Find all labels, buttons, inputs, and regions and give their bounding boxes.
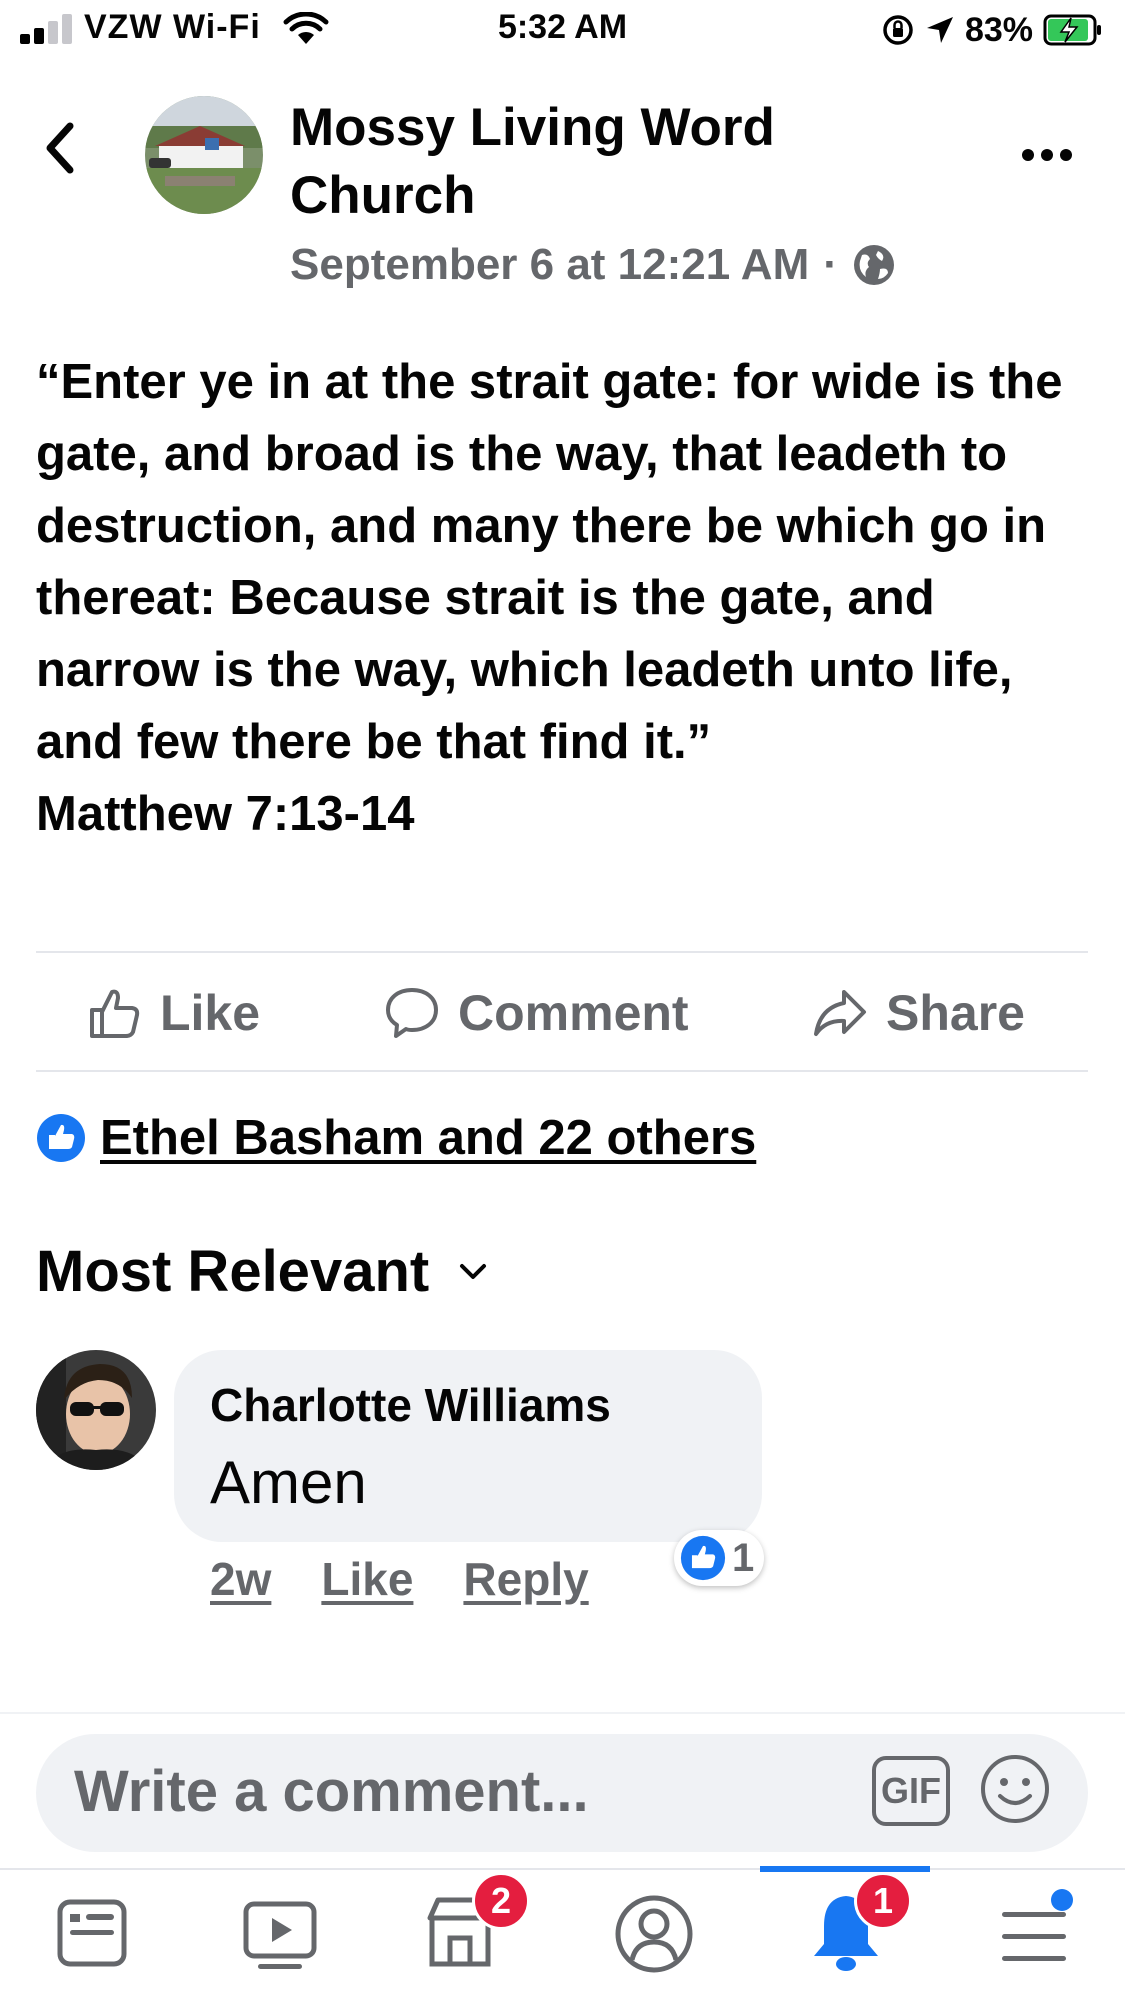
orientation-lock-icon [883,15,913,45]
comment-author[interactable]: Charlotte Williams [210,1378,611,1432]
back-chevron-icon[interactable] [42,122,78,174]
comment-icon [386,988,438,1038]
status-right: 83% [881,8,1103,52]
commenter-avatar[interactable] [36,1350,156,1470]
comment-actions: 2w Like Reply [210,1552,589,1606]
page-title[interactable]: Mossy Living Word Church [290,94,850,230]
location-arrow-icon [926,17,953,43]
post-meta: September 6 at 12:21 AM · [290,240,896,290]
divider [36,951,1088,953]
notifications-tab[interactable]: 1 [806,1872,926,1978]
comment-reaction-count[interactable]: 1 [674,1530,765,1586]
thumbs-up-icon [90,989,140,1038]
globe-icon [853,245,894,285]
post-body: “Enter ye in at the strait gate: for wid… [36,355,1063,841]
meta-separator: · [823,240,838,289]
hamburger-menu-icon [1002,1889,1073,1961]
like-button[interactable]: Like [88,958,260,1068]
comment-reply-button[interactable]: Reply [463,1552,588,1606]
comment-button[interactable]: Comment [384,958,689,1068]
page-avatar[interactable] [145,96,263,214]
battery-percent: 83% [964,10,1033,49]
comment-label: Comment [458,985,689,1041]
menu-tab[interactable] [996,1888,1076,1978]
gif-button[interactable]: GIF [872,1756,950,1826]
profile-icon[interactable] [614,1888,694,1978]
post-action-bar: Like Comment Share [0,958,1125,1068]
like-reaction-icon [37,1114,85,1162]
comment-text: Amen [210,1449,367,1516]
share-label: Share [886,985,1025,1041]
watch-video-icon[interactable] [240,1888,320,1978]
status-bar: VZW Wi-Fi 5:32 AM 83% [0,0,1125,60]
comment-like-button[interactable]: Like [321,1552,413,1606]
like-reaction-icon [680,1535,726,1581]
share-arrow-icon [814,990,866,1036]
sort-label: Most Relevant [36,1239,430,1304]
comment-sort-dropdown[interactable]: Most Relevant [36,1238,487,1305]
composer-divider [0,1712,1125,1714]
active-tab-indicator [760,1866,930,1872]
reaction-count: 1 [732,1535,755,1580]
comment-input-placeholder: Write a comment... [74,1759,589,1824]
notifications-badge: 1 [854,1872,912,1930]
share-button[interactable]: Share [812,958,1025,1068]
battery-charging-icon [1043,14,1101,46]
tabbar-divider [0,1868,1125,1870]
divider [36,1070,1088,1072]
marketplace-tab[interactable]: 2 [420,1872,540,1978]
more-options-icon[interactable] [1021,148,1073,162]
comment-time[interactable]: 2w [210,1552,271,1606]
reactions-text: Ethel Basham and 22 others [100,1111,757,1165]
like-label: Like [160,985,261,1041]
news-feed-icon[interactable] [52,1888,132,1978]
chevron-down-icon [460,1263,487,1279]
reactions-summary[interactable]: Ethel Basham and 22 others [36,1110,756,1166]
post-timestamp[interactable]: September 6 at 12:21 AM [290,240,809,290]
emoji-icon[interactable] [980,1754,1050,1824]
marketplace-badge: 2 [472,1872,530,1930]
